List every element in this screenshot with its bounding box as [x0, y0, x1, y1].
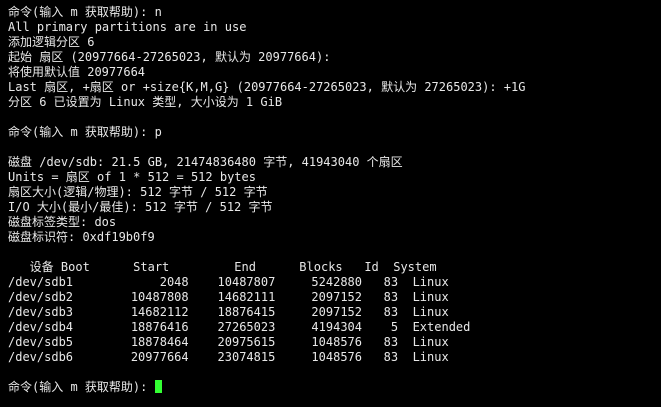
partition-table-row: /dev/sdb6 20977664 23074815 1048576 83 L… [8, 350, 449, 364]
command-prompt-line[interactable]: 命令(输入 m 获取帮助): [8, 380, 661, 395]
output-line: 将使用默认值 20977664 [8, 65, 146, 79]
partition-table-row: /dev/sdb3 14682112 18876415 2097152 83 L… [8, 305, 449, 319]
partition-table-row: /dev/sdb2 10487808 14682111 2097152 83 L… [8, 290, 449, 304]
text-cursor[interactable] [154, 380, 162, 393]
partition-table-row: /dev/sdb4 18876416 27265023 4194304 5 Ex… [8, 320, 471, 334]
output-line: All primary partitions are in use [8, 20, 247, 34]
output-line: 命令(输入 m 获取帮助): n [8, 5, 162, 19]
terminal-window[interactable]: 命令(输入 m 获取帮助): n All primary partitions … [0, 0, 661, 407]
output-line: Units = 扇区 of 1 * 512 = 512 bytes [8, 170, 256, 184]
output-line: 命令(输入 m 获取帮助): p [8, 125, 162, 139]
output-line: I/O 大小(最小/最佳): 512 字节 / 512 字节 [8, 200, 273, 214]
output-line: 添加逻辑分区 6 [8, 35, 95, 49]
partition-table-row: /dev/sdb5 18878464 20975615 1048576 83 L… [8, 335, 449, 349]
partition-table-header: 设备 Boot Start End Blocks Id System [8, 260, 437, 274]
output-line: 扇区大小(逻辑/物理): 512 字节 / 512 字节 [8, 185, 268, 199]
output-line: Last 扇区, +扇区 or +size{K,M,G} (20977664-2… [8, 80, 526, 94]
output-line: 磁盘标识符: 0xdf19b0f9 [8, 230, 155, 244]
output-line: 磁盘 /dev/sdb: 21.5 GB, 21474836480 字节, 41… [8, 155, 403, 169]
output-line: 磁盘标签类型: dos [8, 215, 117, 229]
prompt-text: 命令(输入 m 获取帮助): [8, 380, 155, 394]
output-line: 分区 6 已设置为 Linux 类型, 大小设为 1 GiB [8, 95, 283, 109]
partition-table-row: /dev/sdb1 2048 10487807 5242880 83 Linux [8, 275, 449, 289]
output-line: 起始 扇区 (20977664-27265023, 默认为 20977664): [8, 50, 331, 64]
